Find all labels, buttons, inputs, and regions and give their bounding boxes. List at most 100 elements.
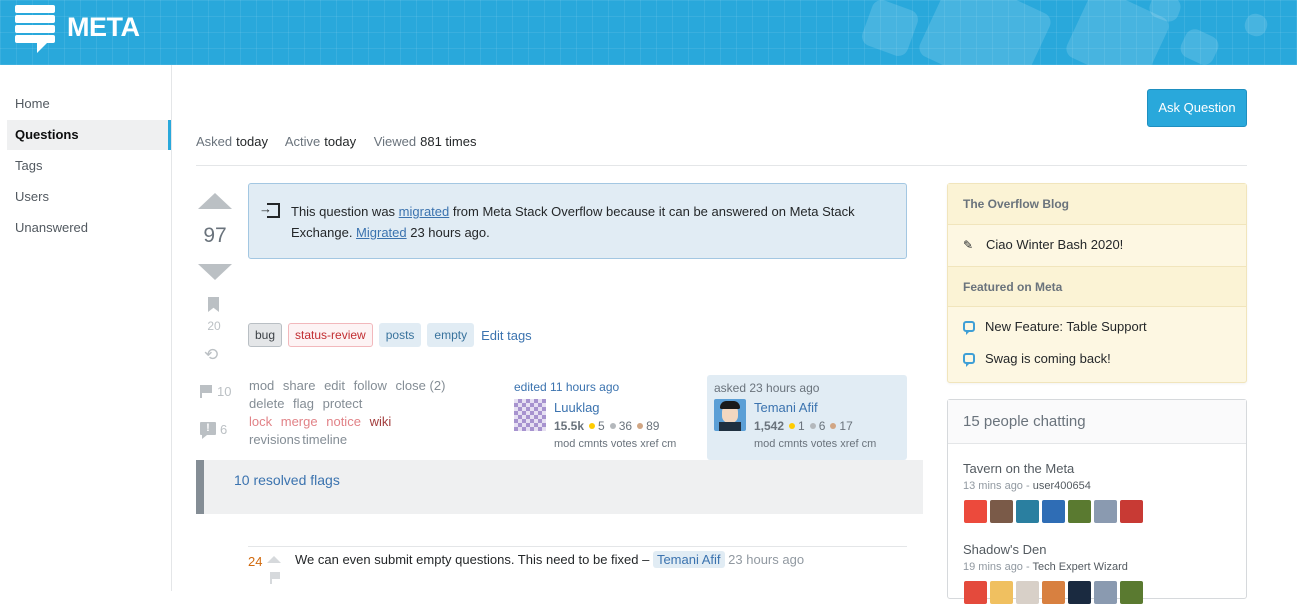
comment-upvote-button[interactable] <box>267 556 281 563</box>
pencil-icon: ✎ <box>963 237 974 252</box>
chat-user-avatar[interactable] <box>1094 500 1117 523</box>
asker-name[interactable]: Temani Afif <box>754 400 818 415</box>
nav-item-home[interactable]: Home <box>7 89 171 119</box>
bookmark-icon[interactable] <box>208 297 219 312</box>
editor-reputation: 15.5k 5 36 89 <box>554 419 660 433</box>
edited-time-link[interactable]: edited 11 hours ago <box>514 380 694 394</box>
chat-user-avatar[interactable] <box>1094 581 1117 604</box>
downvote-button[interactable] <box>198 264 232 280</box>
active-value[interactable]: today <box>324 134 356 149</box>
migrated-link[interactable]: migrated <box>399 204 450 219</box>
chat-room-activity: 19 mins ago - Tech Expert Wizard <box>963 561 1128 573</box>
chat-user-avatar[interactable] <box>1042 500 1065 523</box>
editor-mod-links[interactable]: mod cmnts votes xref cm <box>554 438 676 450</box>
left-sidebar: Home Questions Tags Users Unanswered <box>0 65 172 591</box>
merge-link[interactable]: merge <box>281 414 318 429</box>
tag-status-review[interactable]: status-review <box>288 323 373 347</box>
chat-user-avatar[interactable] <box>1068 581 1091 604</box>
share-link[interactable]: share <box>283 378 316 393</box>
protect-link[interactable]: protect <box>323 396 363 411</box>
logo-text: META <box>67 11 140 42</box>
header-decoration <box>916 0 1054 65</box>
comment-flag-icon[interactable]: ! <box>200 422 216 439</box>
history-icon[interactable]: ⟲ <box>204 346 222 364</box>
resolved-flags-link[interactable]: 10 resolved flags <box>234 472 340 488</box>
chat-user-avatar[interactable] <box>1120 581 1143 604</box>
flag-link[interactable]: flag <box>293 396 314 411</box>
comment-user-link[interactable]: Temani Afif <box>652 551 725 568</box>
flag-icon[interactable] <box>200 385 212 398</box>
chat-room-activity: 13 mins ago - user400654 <box>963 480 1091 492</box>
viewed-label: Viewed <box>373 134 417 149</box>
editor-avatar[interactable] <box>514 399 546 431</box>
asker-reputation: 1,542 1 6 17 <box>754 419 853 433</box>
editor-name[interactable]: Luuklag <box>554 400 600 415</box>
featured-item[interactable]: New Feature: Table Support <box>963 319 1147 335</box>
tag-empty[interactable]: empty <box>427 323 475 347</box>
blog-header: The Overflow Blog <box>948 184 1246 225</box>
chat-user-avatar[interactable] <box>1016 500 1039 523</box>
lock-link[interactable]: lock <box>249 414 272 429</box>
tag-posts[interactable]: posts <box>378 323 422 347</box>
notice-link[interactable]: notice <box>326 414 361 429</box>
upvote-button[interactable] <box>198 193 232 209</box>
mod-link[interactable]: mod <box>249 378 274 393</box>
featured-item[interactable]: Swag is coming back! <box>963 351 1111 367</box>
chat-bubble-icon <box>963 353 975 367</box>
follow-link[interactable]: follow <box>354 378 387 393</box>
notice-text: This question was migrated from Meta Sta… <box>291 204 855 240</box>
tag-list: bug status-review posts empty Edit tags <box>248 323 532 347</box>
chat-user-avatar[interactable] <box>1068 500 1091 523</box>
meta-logo-icon <box>15 5 55 55</box>
chat-header[interactable]: 15 people chatting <box>948 400 1246 444</box>
asked-label: Asked <box>196 134 233 149</box>
chat-user-avatar[interactable] <box>964 581 987 604</box>
chat-room-avatars <box>964 581 1146 604</box>
comment-score: 24 <box>248 554 263 569</box>
delete-link[interactable]: delete <box>249 396 284 411</box>
chat-bubble-icon <box>963 321 975 335</box>
wiki-link[interactable]: wiki <box>370 414 392 429</box>
tag-bug[interactable]: bug <box>248 323 283 347</box>
viewed-value: 881 times <box>420 134 477 149</box>
comment-time[interactable]: 23 hours ago <box>725 552 804 567</box>
asker-avatar[interactable] <box>714 399 746 431</box>
asked-value: today <box>236 134 268 149</box>
chat-user-avatar[interactable] <box>990 581 1013 604</box>
chat-room-avatars <box>964 500 1146 523</box>
site-logo[interactable]: META <box>15 5 140 55</box>
chat-room-name[interactable]: Tavern on the Meta <box>963 461 1074 476</box>
nav-item-unanswered[interactable]: Unanswered <box>7 213 171 243</box>
active-label: Active <box>284 134 321 149</box>
migrated-notice: This question was migrated from Meta Sta… <box>248 183 907 259</box>
comment-text: We can even submit empty questions. This… <box>295 552 653 567</box>
comment-flag-button[interactable] <box>270 572 280 584</box>
nav-item-users[interactable]: Users <box>7 182 171 212</box>
comment-flag-count: 6 <box>220 422 228 437</box>
featured-header: Featured on Meta <box>948 266 1246 307</box>
blog-item[interactable]: ✎ Ciao Winter Bash 2020! <box>963 237 1123 252</box>
chat-user-avatar[interactable] <box>1042 581 1065 604</box>
edit-link[interactable]: edit <box>324 378 345 393</box>
chat-user-avatar[interactable] <box>1016 581 1039 604</box>
chat-user-avatar[interactable] <box>990 500 1013 523</box>
vote-count: 97 <box>203 224 227 247</box>
ask-question-button[interactable]: Ask Question <box>1147 89 1247 127</box>
divider <box>196 165 1247 166</box>
edit-tags-link[interactable]: Edit tags <box>481 328 532 343</box>
chat-widget: 15 people chatting Tavern on the Meta 13… <box>947 399 1247 604</box>
comment-divider <box>248 546 907 547</box>
asker-mod-links[interactable]: mod cmnts votes xref cm <box>754 438 876 450</box>
nav-item-questions[interactable]: Questions <box>7 120 171 150</box>
chat-user-avatar[interactable] <box>964 500 987 523</box>
chat-user-avatar[interactable] <box>1120 500 1143 523</box>
header-decoration <box>859 0 921 59</box>
migrated-timestamp-link[interactable]: Migrated <box>356 225 407 240</box>
timeline-link[interactable]: timeline <box>302 432 347 447</box>
chat-room-name[interactable]: Shadow's Den <box>963 542 1046 557</box>
close-link[interactable]: close (2) <box>396 378 446 393</box>
asked-time: asked 23 hours ago <box>714 381 820 395</box>
revisions-link[interactable]: revisions <box>249 432 300 447</box>
question-stats: Asked today Active today Viewed 881 times <box>196 134 490 149</box>
nav-item-tags[interactable]: Tags <box>7 151 171 181</box>
